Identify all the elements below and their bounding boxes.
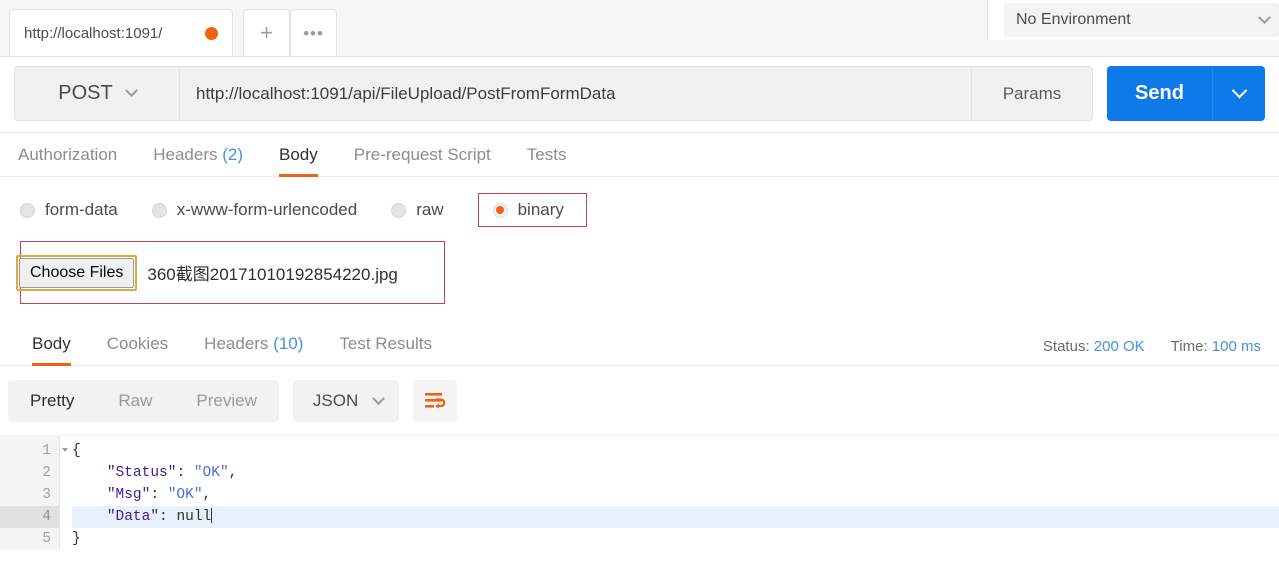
- choose-files-button[interactable]: Choose Files: [19, 257, 135, 288]
- body-mode-binary[interactable]: binary: [477, 193, 587, 227]
- response-view-toolbar: Pretty Raw Preview JSON: [0, 366, 1279, 435]
- radio-icon[interactable]: [151, 202, 167, 218]
- request-tab[interactable]: http://localhost:1091/: [9, 9, 233, 56]
- body-mode-radio-group: form-data x-www-form-urlencoded raw bina…: [0, 177, 1279, 241]
- environment-label: No Environment: [1016, 11, 1131, 28]
- format-select[interactable]: JSON: [292, 380, 400, 422]
- method-select[interactable]: POST: [14, 66, 179, 121]
- radio-label: x-www-form-urlencoded: [176, 200, 358, 219]
- tab-label: Test Results: [339, 334, 432, 353]
- chevron-down-icon: [372, 391, 386, 405]
- time-value: 100 ms: [1211, 338, 1261, 355]
- code-line: "Msg": "OK",: [106, 487, 212, 503]
- browser-tab-bar: http://localhost:1091/ + ••• No Environm…: [0, 0, 1279, 57]
- word-wrap-button[interactable]: [413, 380, 458, 422]
- chevron-down-icon: [1231, 82, 1247, 99]
- response-tab-cookies[interactable]: Cookies: [89, 334, 186, 365]
- radio-icon-selected[interactable]: [492, 202, 508, 218]
- status-label: Status:: [1042, 338, 1090, 355]
- line-number: 4: [0, 506, 59, 528]
- chevron-down-icon: [1258, 10, 1271, 24]
- method-label: POST: [58, 82, 113, 104]
- response-tab-test-results[interactable]: Test Results: [321, 334, 450, 365]
- time-label: Time:: [1170, 338, 1208, 355]
- params-button[interactable]: Params: [971, 66, 1093, 121]
- request-tab-authorization[interactable]: Authorization: [18, 145, 135, 176]
- request-tab-body[interactable]: Body: [261, 145, 336, 177]
- radio-icon[interactable]: [20, 202, 35, 218]
- send-options-button[interactable]: [1213, 66, 1265, 121]
- view-mode-group: Pretty Raw Preview: [8, 380, 279, 422]
- response-body-editor[interactable]: 1 2 3 4 5 { "Status": "OK", "Msg": "OK",…: [0, 435, 1279, 550]
- radio-label: binary: [517, 200, 564, 219]
- line-number: 5: [42, 531, 51, 547]
- tab-label: Authorization: [18, 145, 118, 164]
- chevron-down-icon: [124, 84, 138, 98]
- line-number-text: 1: [42, 443, 51, 459]
- status-value: 200 OK: [1093, 338, 1145, 355]
- response-meta: Status: 200 OK Time: 100 ms: [1043, 338, 1261, 355]
- format-label: JSON: [312, 391, 359, 410]
- unsaved-dot-icon: [205, 26, 218, 40]
- tab-label: Cookies: [106, 334, 169, 353]
- tab-label: Tests: [526, 145, 567, 164]
- binary-file-picker: Choose Files 360截图20171010192854220.jpg: [16, 241, 445, 304]
- send-button[interactable]: Send: [1107, 66, 1213, 121]
- radio-label: raw: [416, 200, 444, 219]
- radio-label: form-data: [45, 200, 118, 219]
- time-badge: Time: 100 ms: [1171, 338, 1261, 355]
- response-tab-headers[interactable]: Headers (10): [186, 334, 321, 365]
- tab-count: (10): [273, 334, 304, 353]
- body-mode-x-www-form-urlencoded[interactable]: x-www-form-urlencoded: [151, 200, 358, 220]
- selected-file-name: 360截图20171010192854220.jpg: [147, 265, 398, 284]
- status-badge: Status: 200 OK: [1043, 338, 1145, 355]
- tab-label: Pre-request Script: [353, 145, 491, 164]
- code-line: }: [72, 531, 81, 547]
- environment-select[interactable]: No Environment: [1004, 3, 1279, 37]
- url-input[interactable]: http://localhost:1091/api/FileUpload/Pos…: [179, 66, 971, 121]
- code-line: {: [72, 443, 81, 459]
- code-line: "Data": null: [72, 506, 1279, 528]
- tab-label: Headers: [204, 334, 269, 353]
- code-line: "Status": "OK",: [106, 465, 238, 481]
- fold-triangle-icon[interactable]: [62, 448, 68, 452]
- tab-label: Body: [32, 334, 71, 353]
- line-number: 2: [42, 465, 51, 481]
- line-number: 3: [42, 487, 51, 503]
- tab-label: Headers: [153, 145, 218, 164]
- new-tab-button[interactable]: +: [243, 9, 290, 56]
- radio-icon[interactable]: [391, 202, 407, 218]
- view-mode-preview[interactable]: Preview: [174, 380, 278, 422]
- response-tab-body[interactable]: Body: [14, 334, 89, 366]
- request-tab-label: http://localhost:1091/: [24, 24, 163, 42]
- ellipsis-icon: •••: [303, 23, 324, 43]
- word-wrap-icon: [425, 393, 446, 409]
- send-button-group: Send: [1107, 66, 1265, 121]
- response-tabs: Body Cookies Headers (10) Test Results S…: [0, 324, 1279, 366]
- request-tabs: Authorization Headers (2) Body Pre-reque…: [0, 133, 1279, 177]
- tab-label: Body: [279, 145, 318, 164]
- line-number: 1: [0, 440, 68, 462]
- view-mode-pretty[interactable]: Pretty: [8, 380, 96, 422]
- environment-selector-area: No Environment: [987, 0, 1279, 40]
- request-tab-pre-request-script[interactable]: Pre-request Script: [336, 145, 509, 176]
- request-tab-tests[interactable]: Tests: [509, 145, 585, 176]
- url-bar: POST http://localhost:1091/api/FileUploa…: [0, 57, 1279, 133]
- code-lines[interactable]: { "Status": "OK", "Msg": "OK", "Data": n…: [60, 436, 1279, 550]
- tab-options-button[interactable]: •••: [290, 9, 337, 56]
- plus-icon: +: [260, 20, 273, 45]
- choose-files-focus-ring: Choose Files: [16, 254, 138, 291]
- body-mode-form-data[interactable]: form-data: [20, 200, 118, 220]
- view-mode-raw[interactable]: Raw: [96, 380, 174, 422]
- tab-count: (2): [222, 145, 244, 164]
- line-number-gutter: 1 2 3 4 5: [0, 436, 68, 550]
- body-mode-raw[interactable]: raw: [391, 200, 444, 220]
- request-tab-headers[interactable]: Headers (2): [135, 145, 261, 176]
